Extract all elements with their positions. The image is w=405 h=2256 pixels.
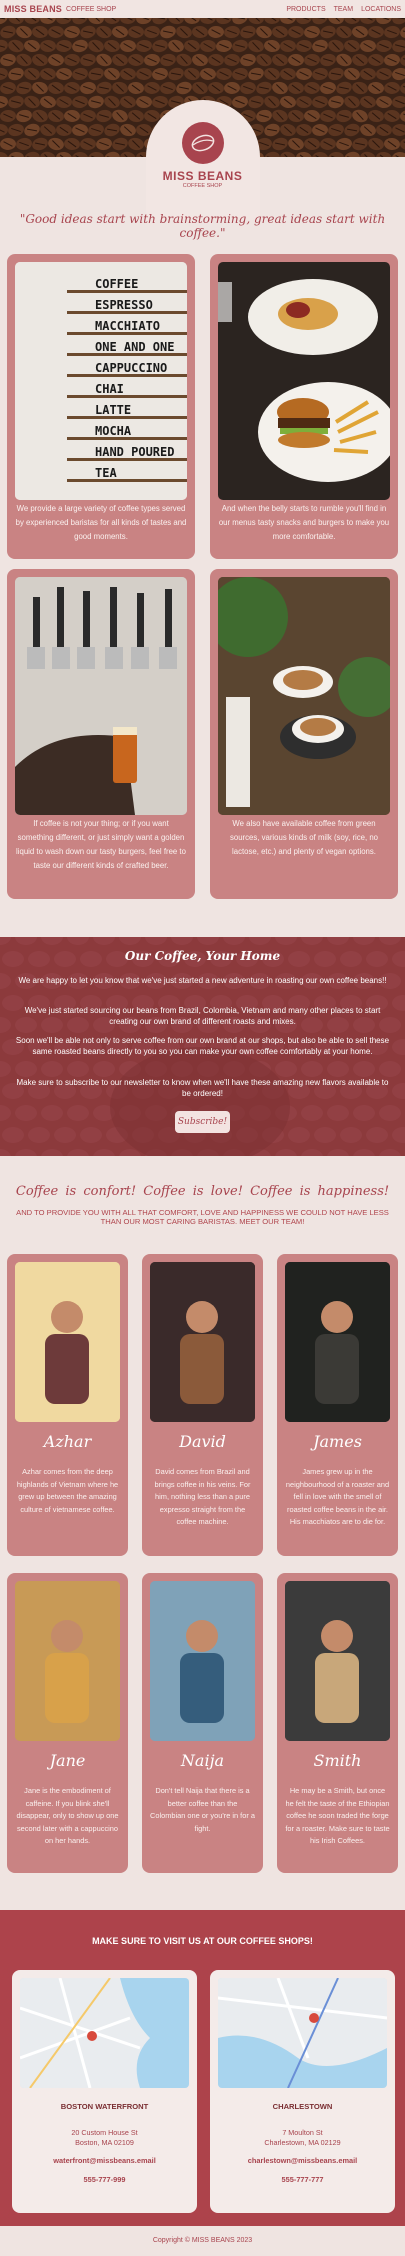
- our-coffee-section: Our Coffee, Your Home We are happy to le…: [0, 937, 405, 1156]
- our-coffee-paragraph: We've just started sourcing our beans fr…: [24, 1006, 381, 1026]
- nav-links: PRODUCTS TEAM LOCATIONS: [286, 6, 401, 13]
- barista-name: Naija: [180, 1751, 225, 1770]
- hero-quote: "Good ideas start with brainstorming, gr…: [19, 212, 386, 240]
- barista-bio: Don't tell Naija that there is a better …: [150, 1786, 255, 1833]
- product-card-beer: If coffee is not your thing; or if you w…: [7, 569, 195, 899]
- boston-map[interactable]: [20, 1978, 189, 2088]
- subscribe-button[interactable]: Subscribe!: [175, 1111, 230, 1133]
- beer-taps-image: [15, 577, 187, 815]
- team-mottos: Coffee is confort! Coffee is love! Coffe…: [15, 1184, 390, 1199]
- shop-email-link[interactable]: waterfront@missbeans.email: [12, 2156, 197, 2165]
- shop-card-charlestown: CHARLESTOWN 7 Moulton St Charlestown, MA…: [210, 1970, 395, 2213]
- our-coffee-title: Our Coffee, Your Home: [124, 949, 281, 963]
- product-text: And when the belly starts to rumble you'…: [218, 504, 390, 541]
- barista-photo: [150, 1262, 255, 1422]
- nav-link-team[interactable]: TEAM: [334, 6, 353, 13]
- barista-bio: He may be a Smith, but once he felt the …: [285, 1786, 390, 1845]
- shop-name: BOSTON WATERFRONT: [60, 2102, 149, 2111]
- menu-board-line: COFFEE: [95, 277, 138, 291]
- team-card: James James grew up in the neighbourhood…: [277, 1254, 398, 1556]
- barista-photo: [15, 1262, 120, 1422]
- burger-image: [218, 262, 390, 500]
- menu-board-line: ESPRESSO: [95, 298, 153, 312]
- barista-bio: James grew up in the neighbourhood of a …: [285, 1467, 390, 1526]
- product-card-coffee: COFFEE ESPRESSO MACCHIATO ONE AND ONE CAPPUC…: [7, 254, 195, 559]
- shop-address-line: Boston, MA 02109: [75, 2138, 134, 2147]
- barista-bio: Azhar comes from the deep highlands of V…: [16, 1467, 119, 1514]
- logo-title: MISS BEANS: [162, 169, 243, 183]
- product-card-burgers: And when the belly starts to rumble you'…: [210, 254, 398, 559]
- logo-subtitle: COFFEE SHOP: [182, 183, 223, 189]
- menu-board-line: MOCHA: [95, 424, 132, 438]
- barista-name: David: [179, 1432, 226, 1451]
- menu-board-line: LATTE: [95, 403, 131, 417]
- barista-bio: David comes from Brazil and brings coffe…: [154, 1467, 251, 1526]
- logo-badge: [182, 122, 224, 164]
- shop-address-line: 20 Custom House St: [71, 2128, 138, 2137]
- team-card: Naija Don't tell Naija that there is a b…: [142, 1573, 263, 1873]
- barista-photo: [150, 1581, 255, 1741]
- team-card: David David comes from Brazil and brings…: [142, 1254, 263, 1556]
- brand-subtitle: COFFEE SHOP: [66, 5, 117, 13]
- shop-address-line: Charlestown, MA 02129: [264, 2138, 341, 2147]
- barista-name: Jane: [49, 1751, 86, 1770]
- shop-phone: 555-777-999: [83, 2175, 126, 2184]
- menu-board-image: COFFEE ESPRESSO MACCHIATO ONE AND ONE CAPPUC…: [15, 262, 187, 500]
- charlestown-map[interactable]: [218, 1978, 387, 2088]
- menu-board-line: TEA: [95, 466, 117, 480]
- barista-photo: [285, 1262, 390, 1422]
- latte-cups-image: [218, 577, 390, 815]
- menu-board-line: HAND POURED: [95, 445, 174, 459]
- our-coffee-paragraph: We are happy to let you know that we've …: [18, 976, 387, 985]
- nav-link-products[interactable]: PRODUCTS: [286, 6, 325, 13]
- our-coffee-paragraph: Make sure to subscribe to our newsletter…: [16, 1078, 389, 1098]
- barista-name: Azhar: [43, 1432, 92, 1451]
- menu-board-line: ONE AND ONE: [95, 340, 174, 354]
- our-coffee-paragraph: Soon we'll be able not only to serve cof…: [15, 1036, 390, 1056]
- menu-board-line: CHAI: [95, 382, 124, 396]
- locations-section: MAKE SURE TO VISIT US AT OUR COFFEE SHOP…: [0, 1910, 405, 2226]
- barista-name: Smith: [313, 1751, 362, 1770]
- shop-email-link[interactable]: charlestown@missbeans.email: [210, 2156, 395, 2165]
- product-text: We also have available coffee from green…: [229, 819, 379, 856]
- team-card: Azhar Azhar comes from the deep highland…: [7, 1254, 128, 1556]
- nav-link-locations[interactable]: LOCATIONS: [361, 6, 401, 13]
- team-intro: AND TO PROVIDE YOU WITH ALL THAT COMFORT…: [16, 1208, 389, 1226]
- menu-board-line: MACCHIATO: [95, 319, 160, 333]
- team-card: Smith He may be a Smith, but once he fel…: [277, 1573, 398, 1873]
- product-text: If coffee is not your thing; or if you w…: [16, 819, 186, 870]
- shop-name: CHARLESTOWN: [272, 2102, 333, 2111]
- brand-name[interactable]: MISS BEANS: [4, 4, 62, 14]
- product-text: We provide a large variety of coffee typ…: [15, 504, 187, 541]
- barista-bio: Jane is the embodiment of caffeine. If y…: [16, 1786, 119, 1845]
- top-nav: MISS BEANS COFFEE SHOP PRODUCTS TEAM LOC…: [0, 0, 405, 18]
- product-card-vegan: We also have available coffee from green…: [210, 569, 398, 899]
- shop-phone: 555-777-777: [281, 2175, 324, 2184]
- locations-title: MAKE SURE TO VISIT US AT OUR COFFEE SHOP…: [92, 1936, 313, 1946]
- barista-name: James: [313, 1432, 362, 1451]
- coffee-bean-icon: [191, 134, 215, 152]
- barista-photo: [15, 1581, 120, 1741]
- footer-copyright: Copyright © MISS BEANS 2023: [0, 2226, 405, 2256]
- shop-card-boston: BOSTON WATERFRONT 20 Custom House St Bos…: [12, 1970, 197, 2213]
- shop-address-line: 7 Moulton St: [282, 2128, 323, 2137]
- team-card: Jane Jane is the embodiment of caffeine.…: [7, 1573, 128, 1873]
- menu-board-line: CAPPUCCINO: [95, 361, 167, 375]
- barista-photo: [285, 1581, 390, 1741]
